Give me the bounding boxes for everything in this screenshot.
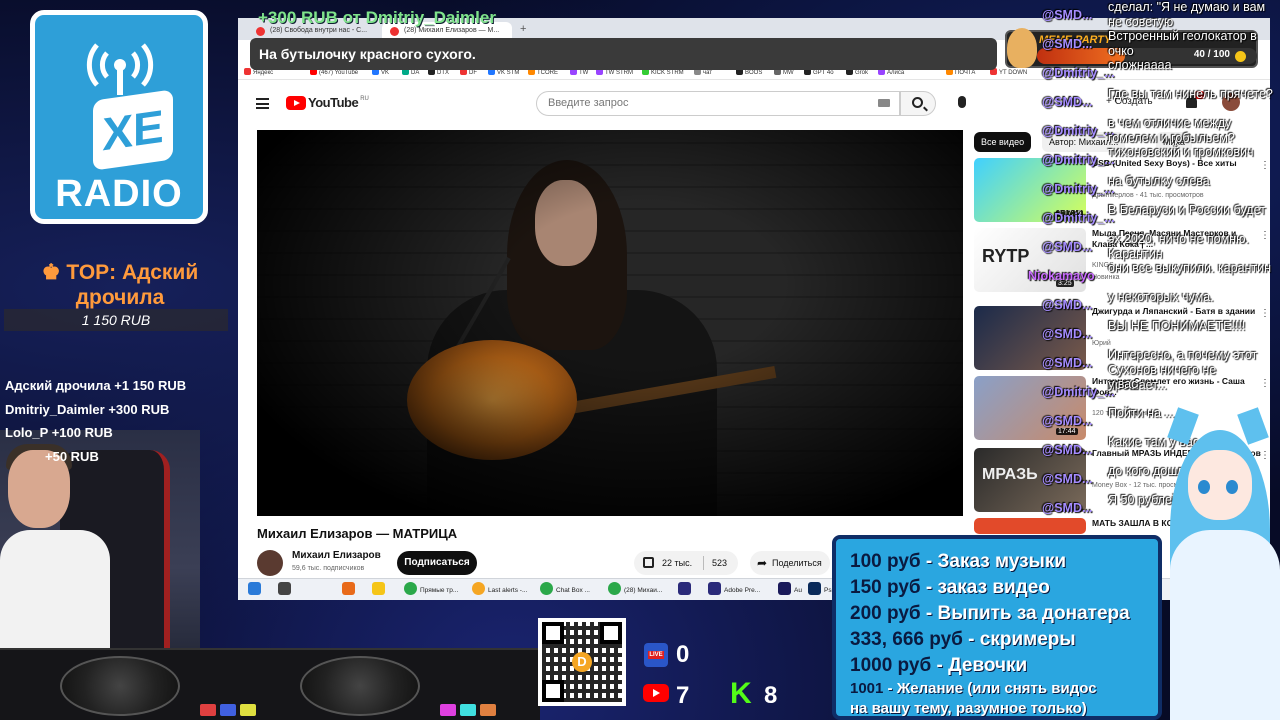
youtube-logo[interactable]: YouTube RU <box>286 95 369 110</box>
subscriber-count: 59,6 тыс. подписчиков <box>292 565 365 572</box>
chat-username: @SMD... <box>1042 240 1093 254</box>
donation-logo-icon: D <box>572 652 592 672</box>
chat-username: @SMD... <box>1042 37 1093 51</box>
logo-word: RADIO <box>55 173 183 215</box>
live-platform-icon: LIVE <box>644 643 668 667</box>
taskbar-item[interactable]: Chat Box ... <box>540 582 590 599</box>
price-row: 150 руб - заказ видео <box>850 577 1050 598</box>
donation-alert-message: На бутылочку красного сухого. <box>250 38 997 70</box>
search-button[interactable] <box>900 91 936 116</box>
taskbar-item[interactable]: Au <box>778 582 802 599</box>
donation-qr-code: D <box>538 618 626 706</box>
taskbar-item[interactable]: Прямые тр... <box>404 582 458 599</box>
taskbar-item[interactable]: (28) Михаи... <box>608 582 662 599</box>
youtube-play-icon <box>286 95 306 110</box>
last-donation-banner: +300 RUB от Dmitriy_Daimler <box>258 8 496 27</box>
chat-username: @Dmitriy_... <box>1042 153 1115 167</box>
channel-avatar[interactable] <box>257 550 283 576</box>
logo-mark: XE <box>93 89 173 171</box>
price-row: 200 руб - Выпить за донатера <box>850 603 1130 624</box>
donor-entry: Dmitriy_Daimler +300 RUB <box>5 401 170 417</box>
dj-controller <box>0 648 540 720</box>
chat-username: @SMD... <box>1042 501 1093 515</box>
like-dislike-group: 22 тыс. 523 <box>634 551 738 575</box>
youtube-favicon-icon <box>256 27 265 36</box>
chat-username: @SMD... <box>1042 8 1093 22</box>
chat-username: @Dmitriy_... <box>1042 211 1115 225</box>
donor-entry: Адский дрочила +1 150 RUB <box>5 378 187 393</box>
top-donor-title: ♚ TOP: Адский дрочила <box>41 261 199 309</box>
chat-message: у вас <box>1108 377 1138 391</box>
xe-radio-logo: XE RADIO <box>30 10 208 224</box>
chat-username: @SMD... <box>1042 443 1093 457</box>
streamer <box>0 440 110 660</box>
new-tab-button[interactable]: + <box>520 23 526 35</box>
price-row: 1001 - Желание (или снять видос <box>850 680 1097 697</box>
youtube-icon <box>643 684 669 702</box>
top-donor-amount: 1 150 RUB <box>4 309 228 331</box>
jog-wheel-right <box>300 656 420 716</box>
chat-message: они все выкупили. карантин <box>1108 261 1272 275</box>
menu-icon[interactable] <box>256 98 269 109</box>
share-button[interactable]: Поделиться <box>750 551 830 575</box>
taskbar-item[interactable]: Last alerts -... <box>472 582 527 599</box>
antenna-icon <box>86 43 154 95</box>
live-viewer-count: 0 <box>676 641 690 668</box>
youtube-viewer-count: 7 <box>676 682 690 709</box>
chat-message: у некоторых чума. <box>1108 290 1214 304</box>
donor-entry: Lolo_P +100 RUB <box>5 425 113 440</box>
chat-message: в чем отличие между гомелем и гобыльем? <box>1108 116 1235 145</box>
chat-message: тихоновский и громкович <box>1108 145 1254 159</box>
chat-message: Где вы там нинель прячете? <box>1108 87 1273 101</box>
kick-icon: K <box>730 677 752 710</box>
chat-username: Niokamayo <box>1028 269 1095 283</box>
microphone-icon[interactable] <box>958 96 966 108</box>
chat-message: сложнаааа <box>1108 58 1172 72</box>
taskbar-item[interactable] <box>278 582 294 599</box>
taskbar-item[interactable] <box>342 582 358 599</box>
chat-message: эх 2020, ничо не помню. Карантин <box>1108 232 1249 261</box>
donors-list: Адский дрочила +1 150 RUB Dmitriy_Daimle… <box>5 374 186 468</box>
chat-username: @SMD... <box>1042 298 1093 312</box>
price-row: 333, 666 руб - скримеры <box>850 629 1076 650</box>
channel-name[interactable]: Михаил Елизаров <box>292 550 381 561</box>
chat-message: ВЫ НЕ ПОНИМАЕТЕ!!!! <box>1108 319 1246 333</box>
like-count[interactable]: 22 тыс. <box>662 551 692 575</box>
chat-message: сделал: "Я не думаю и вам не советую <box>1108 0 1266 29</box>
video-title: Михаил Елизаров — МАТРИЦА <box>257 526 458 541</box>
price-row: на вашу тему, разумное только) <box>850 700 1087 717</box>
search-icon <box>912 97 923 108</box>
donor-entry: +50 RUB <box>45 448 99 464</box>
video-player[interactable] <box>257 130 963 516</box>
price-row: 1000 руб - Девочки <box>850 655 1028 676</box>
chat-username: @Dmitriy_... <box>1042 66 1115 80</box>
taskbar-item[interactable]: Ps <box>808 582 832 599</box>
like-icon[interactable] <box>643 557 654 568</box>
search-input[interactable]: Введите запрос <box>536 91 900 116</box>
taskbar-item[interactable]: Adobe Pre... <box>708 582 760 599</box>
keyboard-icon[interactable] <box>878 99 890 107</box>
chat-username: @Dmitriy_... <box>1042 124 1115 138</box>
chat-username: @SMD... <box>1042 472 1093 486</box>
chat-username: @SMD... <box>1042 327 1093 341</box>
dislike-count[interactable]: 523 <box>712 551 727 575</box>
price-row: 100 руб - Заказ музыки <box>850 551 1067 572</box>
chat-username: @SMD... <box>1042 95 1093 109</box>
subscribe-button[interactable]: Подписаться <box>397 551 477 575</box>
chat-message: на бутылку слева <box>1108 174 1210 188</box>
chat-message: Встроенный геолокатор в очко <box>1108 29 1257 58</box>
taskbar-item[interactable] <box>678 582 694 599</box>
start-button[interactable] <box>248 582 264 599</box>
chat-username: @SMD... <box>1042 414 1093 428</box>
taskbar-item[interactable] <box>372 582 388 599</box>
chat-username: @SMD... <box>1042 356 1093 370</box>
chat-message: В Беларуси и России будет <box>1108 203 1266 217</box>
vtuber-avatar <box>1160 407 1280 720</box>
chat-username: @Dmitriy_... <box>1042 385 1115 399</box>
donation-price-list: 100 руб - Заказ музыки 150 руб - заказ в… <box>832 535 1162 720</box>
youtube-favicon-icon <box>390 27 399 36</box>
jog-wheel-left <box>60 656 180 716</box>
kick-viewer-count: 8 <box>764 682 778 709</box>
chat-username: @Dmitriy_... <box>1042 182 1115 196</box>
